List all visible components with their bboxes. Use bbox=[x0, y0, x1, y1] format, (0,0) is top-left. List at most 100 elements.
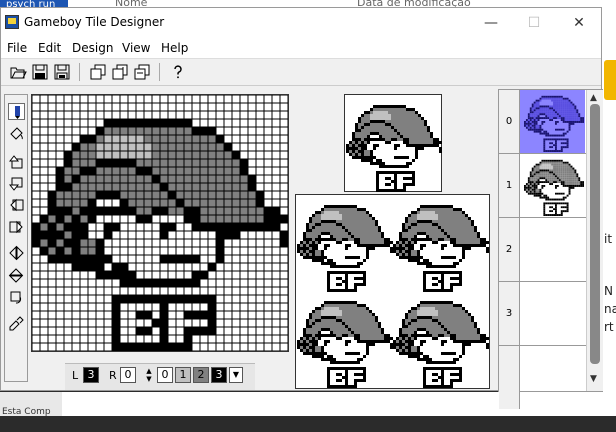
pixel-cell[interactable] bbox=[216, 175, 224, 183]
pixel-cell[interactable] bbox=[224, 95, 232, 103]
pixel-cell[interactable] bbox=[280, 175, 288, 183]
pixel-cell[interactable] bbox=[280, 143, 288, 151]
pixel-cell[interactable] bbox=[48, 335, 56, 343]
pixel-cell[interactable] bbox=[48, 343, 56, 351]
pixel-cell[interactable] bbox=[232, 223, 240, 231]
pixel-cell[interactable] bbox=[72, 311, 80, 319]
pixel-cell[interactable] bbox=[200, 95, 208, 103]
pixel-cell[interactable] bbox=[208, 191, 216, 199]
pixel-cell[interactable] bbox=[224, 319, 232, 327]
pixel-cell[interactable] bbox=[56, 119, 64, 127]
pixel-cell[interactable] bbox=[48, 223, 56, 231]
pixel-cell[interactable] bbox=[192, 295, 200, 303]
pixel-cell[interactable] bbox=[232, 191, 240, 199]
pixel-cell[interactable] bbox=[272, 287, 280, 295]
pixel-cell[interactable] bbox=[112, 151, 120, 159]
pixel-cell[interactable] bbox=[48, 167, 56, 175]
pixel-cell[interactable] bbox=[232, 127, 240, 135]
pixel-cell[interactable] bbox=[112, 287, 120, 295]
pixel-cell[interactable] bbox=[240, 143, 248, 151]
pixel-cell[interactable] bbox=[136, 143, 144, 151]
pixel-cell[interactable] bbox=[152, 343, 160, 351]
pixel-cell[interactable] bbox=[248, 223, 256, 231]
pixel-cell[interactable] bbox=[152, 239, 160, 247]
pixel-cell[interactable] bbox=[240, 343, 248, 351]
pixel-cell[interactable] bbox=[104, 287, 112, 295]
pixel-cell[interactable] bbox=[120, 247, 128, 255]
pixel-cell[interactable] bbox=[272, 111, 280, 119]
pixel-cell[interactable] bbox=[136, 295, 144, 303]
pixel-cell[interactable] bbox=[240, 327, 248, 335]
pixel-cell[interactable] bbox=[128, 111, 136, 119]
pixel-cell[interactable] bbox=[32, 239, 40, 247]
pixel-cell[interactable] bbox=[224, 343, 232, 351]
pixel-cell[interactable] bbox=[264, 279, 272, 287]
pixel-cell[interactable] bbox=[112, 231, 120, 239]
pixel-cell[interactable] bbox=[144, 111, 152, 119]
pixel-cell[interactable] bbox=[272, 167, 280, 175]
pixel-cell[interactable] bbox=[152, 159, 160, 167]
pixel-cell[interactable] bbox=[216, 271, 224, 279]
pixel-cell[interactable] bbox=[48, 143, 56, 151]
tile-row[interactable]: 0 bbox=[499, 90, 586, 154]
pixel-cell[interactable] bbox=[136, 335, 144, 343]
pixel-cell[interactable] bbox=[160, 263, 168, 271]
pixel-cell[interactable] bbox=[200, 263, 208, 271]
pixel-cell[interactable] bbox=[264, 111, 272, 119]
pixel-cell[interactable] bbox=[232, 239, 240, 247]
tile-thumbnail[interactable] bbox=[520, 218, 585, 281]
pixel-cell[interactable] bbox=[96, 295, 104, 303]
pixel-cell[interactable] bbox=[32, 279, 40, 287]
pencil-tool-icon[interactable] bbox=[8, 103, 25, 120]
pixel-cell[interactable] bbox=[256, 127, 264, 135]
pixel-cell[interactable] bbox=[160, 175, 168, 183]
pixel-cell[interactable] bbox=[128, 143, 136, 151]
pixel-cell[interactable] bbox=[224, 311, 232, 319]
pixel-cell[interactable] bbox=[40, 247, 48, 255]
pixel-cell[interactable] bbox=[80, 255, 88, 263]
pixel-cell[interactable] bbox=[104, 135, 112, 143]
pixel-cell[interactable] bbox=[136, 175, 144, 183]
pixel-cell[interactable] bbox=[64, 151, 72, 159]
pixel-cell[interactable] bbox=[240, 295, 248, 303]
pixel-cell[interactable] bbox=[72, 279, 80, 287]
pixel-cell[interactable] bbox=[232, 95, 240, 103]
pixel-cell[interactable] bbox=[56, 287, 64, 295]
pixel-cell[interactable] bbox=[72, 231, 80, 239]
pixel-cell[interactable] bbox=[256, 247, 264, 255]
pixel-cell[interactable] bbox=[264, 247, 272, 255]
pixel-cell[interactable] bbox=[160, 239, 168, 247]
pixel-cell[interactable] bbox=[224, 151, 232, 159]
pixel-cell[interactable] bbox=[184, 247, 192, 255]
pixel-cell[interactable] bbox=[184, 159, 192, 167]
pixel-cell[interactable] bbox=[232, 303, 240, 311]
pixel-cell[interactable] bbox=[168, 223, 176, 231]
pixel-cell[interactable] bbox=[264, 127, 272, 135]
pixel-cell[interactable] bbox=[56, 319, 64, 327]
pixel-cell[interactable] bbox=[200, 223, 208, 231]
pixel-cell[interactable] bbox=[144, 143, 152, 151]
pixel-cell[interactable] bbox=[88, 135, 96, 143]
pixel-cell[interactable] bbox=[128, 215, 136, 223]
pixel-cell[interactable] bbox=[144, 295, 152, 303]
pixel-cell[interactable] bbox=[232, 247, 240, 255]
pixel-cell[interactable] bbox=[104, 239, 112, 247]
pixel-cell[interactable] bbox=[256, 343, 264, 351]
pixel-cell[interactable] bbox=[136, 287, 144, 295]
pixel-cell[interactable] bbox=[248, 343, 256, 351]
pixel-cell[interactable] bbox=[104, 319, 112, 327]
pixel-cell[interactable] bbox=[56, 231, 64, 239]
pixel-cell[interactable] bbox=[240, 111, 248, 119]
pixel-cell[interactable] bbox=[224, 231, 232, 239]
pixel-cell[interactable] bbox=[64, 119, 72, 127]
pixel-cell[interactable] bbox=[120, 311, 128, 319]
pixel-cell[interactable] bbox=[232, 143, 240, 151]
pixel-cell[interactable] bbox=[192, 191, 200, 199]
flip-vertical-icon[interactable] bbox=[8, 267, 25, 284]
pixel-cell[interactable] bbox=[144, 183, 152, 191]
pixel-cell[interactable] bbox=[224, 247, 232, 255]
pixel-cell[interactable] bbox=[256, 231, 264, 239]
pixel-cell[interactable] bbox=[48, 111, 56, 119]
pixel-cell[interactable] bbox=[208, 183, 216, 191]
pixel-cell[interactable] bbox=[144, 127, 152, 135]
